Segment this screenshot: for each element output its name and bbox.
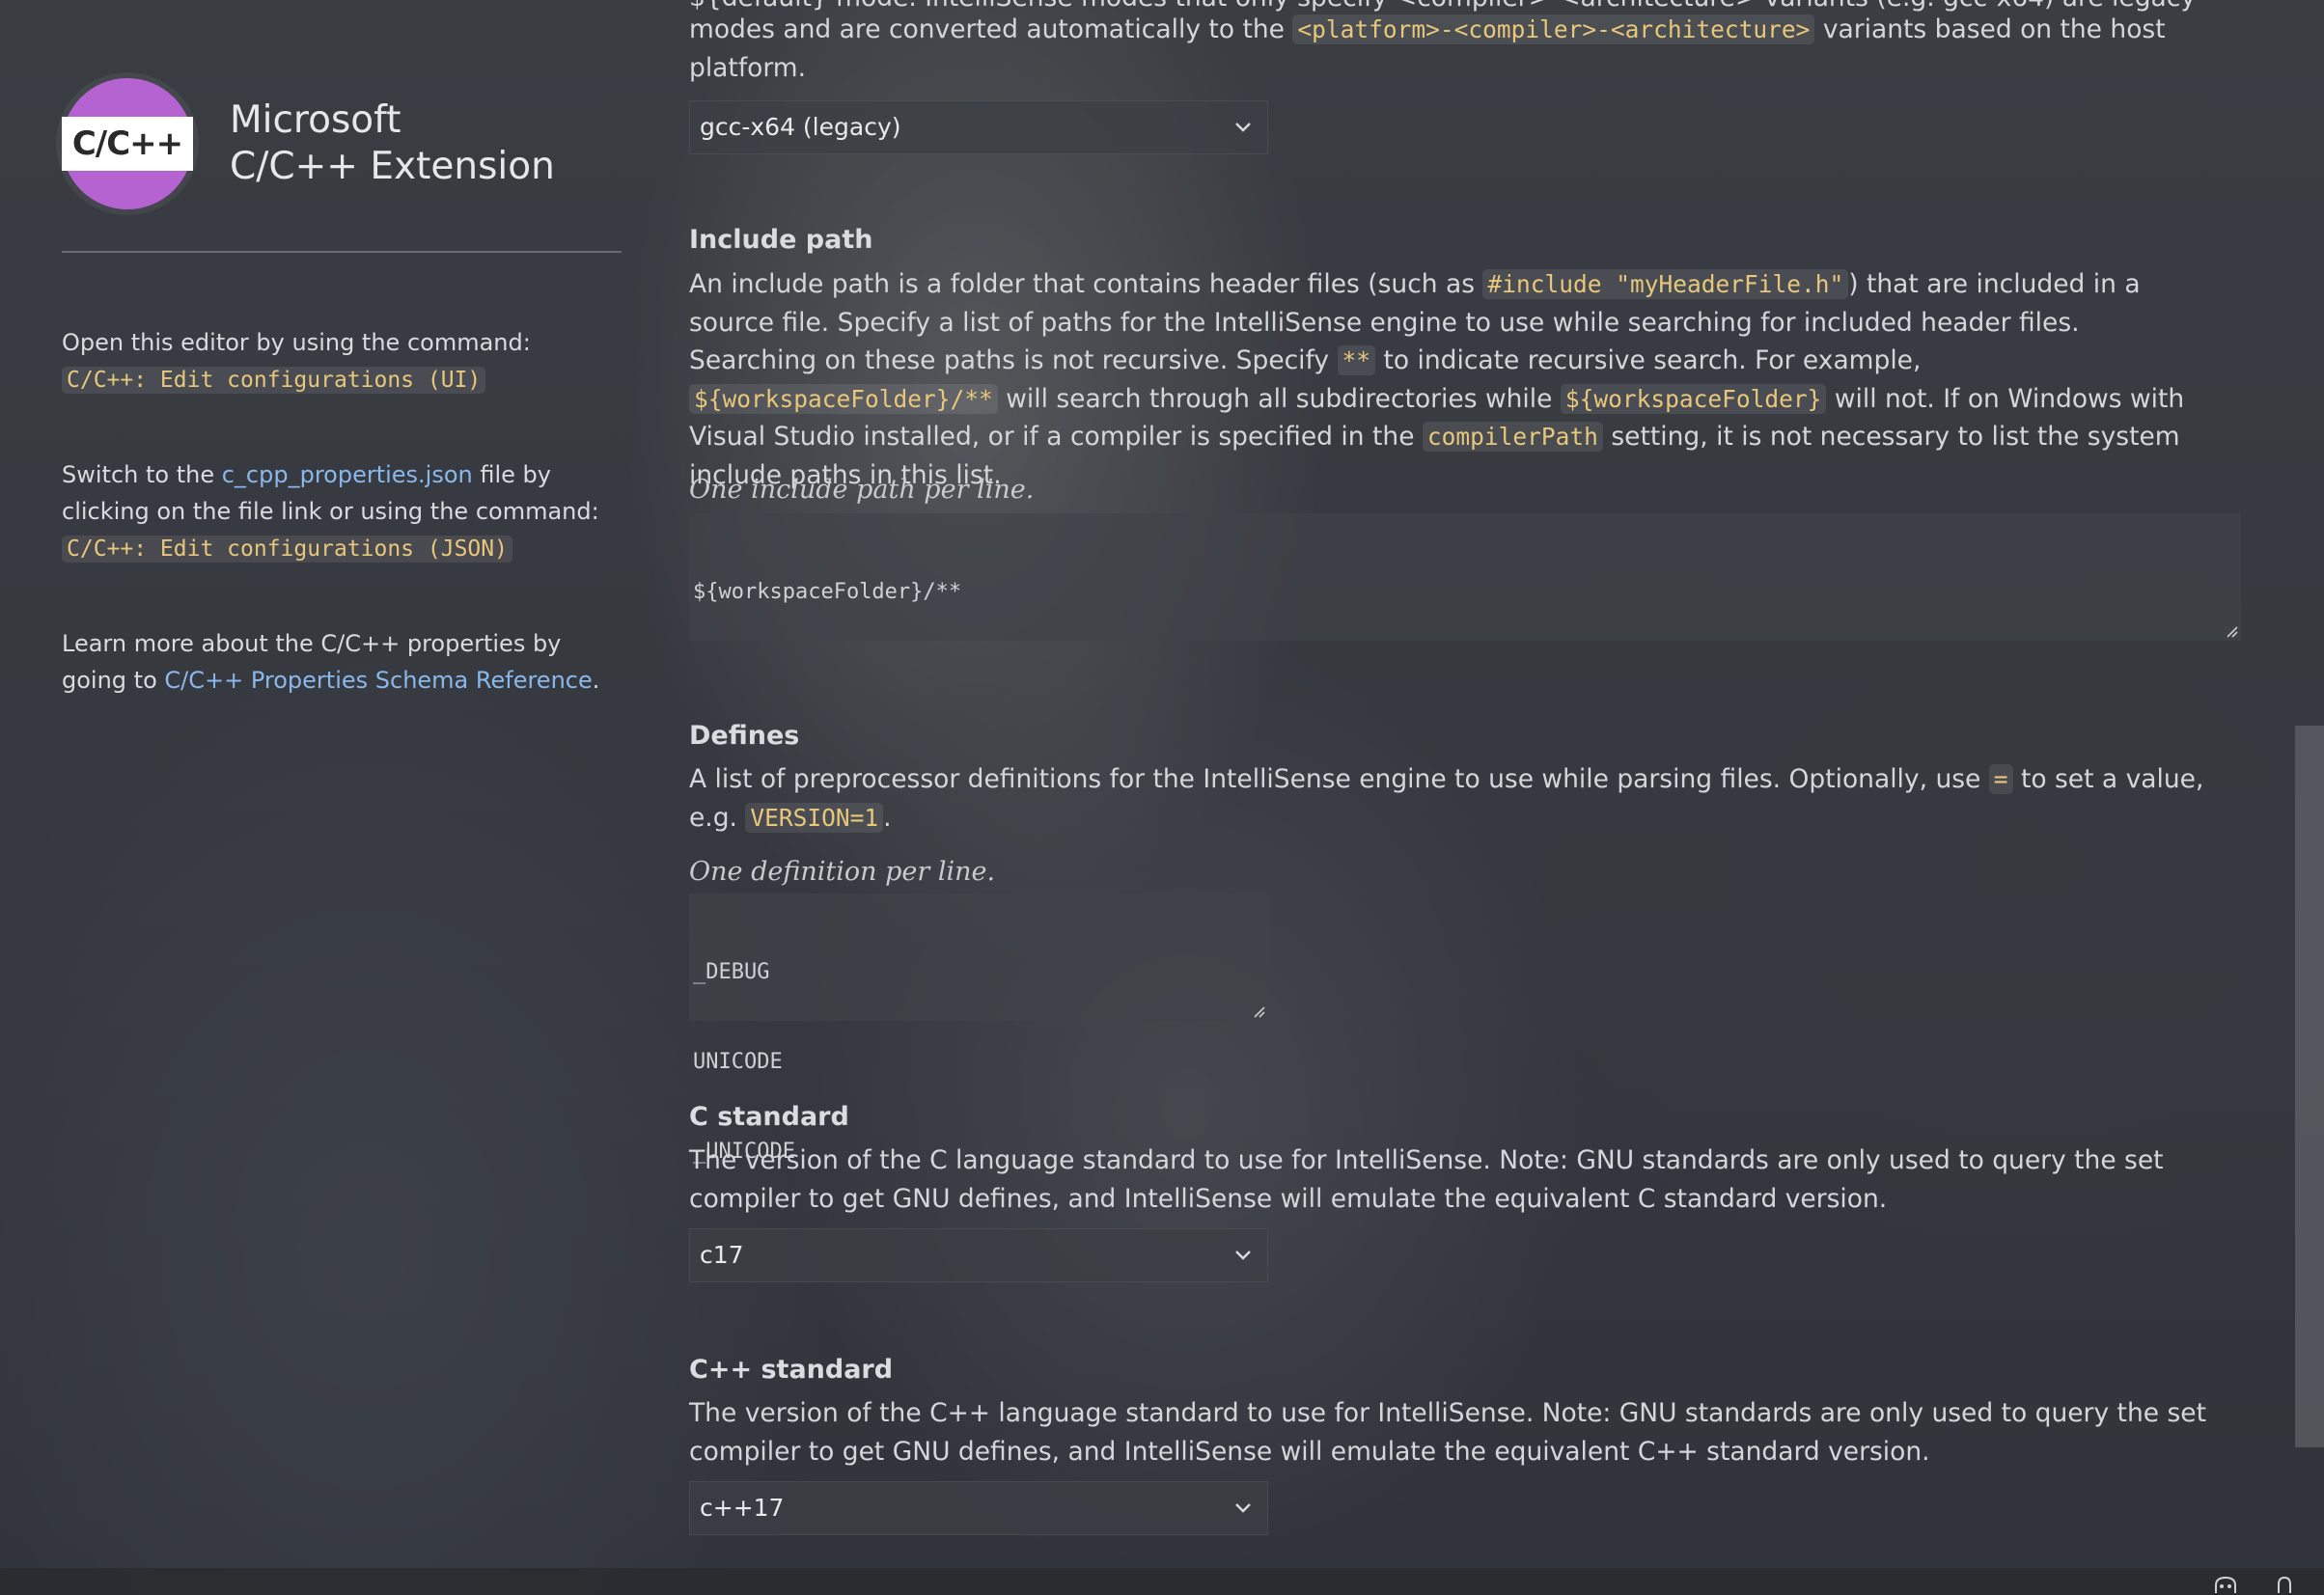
open-editor-info: Open this editor by using the command: C… [62,324,622,399]
brand-title: Microsoft C/C++ Extension [230,97,555,190]
define-line: UNICODE [693,1050,783,1074]
include-path-title: Include path [689,225,873,255]
copilot-icon[interactable] [2212,1574,2239,1595]
c-standard-desc: The version of the C language standard t… [689,1145,2164,1214]
include-path-code-1: #include "myHeaderFile.h" [1482,269,1849,299]
defines-code-2: VERSION=1 [745,802,884,833]
chevron-down-icon [1235,1251,1251,1260]
switch-command: C/C++: Edit configurations (JSON) [62,536,512,563]
include-path-desc-1: An include path is a folder that contain… [689,269,1483,299]
learn-more-info: Learn more about the C/C++ properties by… [62,625,622,699]
include-path-code-5: compilerPath [1422,422,1603,452]
cpp-standard-value: c++17 [700,1494,785,1523]
intellisense-desc-a: modes and are converted automatically to… [689,14,1293,44]
c-standard-value: c17 [700,1241,744,1270]
defines-desc-3: . [883,802,892,833]
defines-hint: One definition per line. [689,857,996,887]
defines-textarea[interactable]: _DEBUG UNICODE _UNICODE [689,894,1268,1164]
intellisense-mode-value: gcc-x64 (legacy) [700,113,901,142]
cpp-standard-desc: The version of the C++ language standard… [689,1398,2206,1467]
logo-text: C/C++ [71,124,183,163]
defines-desc-1: A list of preprocessor definitions for t… [689,764,1989,794]
cpp-standard-select[interactable]: c++17 [689,1481,1268,1535]
defines-code-1: = [1988,764,2013,794]
switch-json-info: Switch to the c_cpp_properties.json file… [62,456,622,567]
chevron-down-icon [1235,123,1251,132]
c-standard-select[interactable]: c17 [689,1228,1268,1282]
intellisense-desc-b: variants based on the host [1814,14,2166,44]
define-line: _DEBUG [693,960,770,984]
include-path-desc-4: will search through all subdirectories w… [997,383,1561,414]
brand-header: C/C++ Microsoft C/C++ Extension [62,73,622,214]
include-path-code-2: ** [1337,345,1376,375]
defines-title: Defines [689,721,800,751]
include-path-textarea[interactable]: ${workspaceFolder}/** [689,513,2241,641]
c-standard-title: C standard [689,1102,849,1132]
brand-line-1: Microsoft [230,98,401,142]
c-cpp-properties-link[interactable]: c_cpp_properties.json [222,461,473,488]
open-editor-text: Open this editor by using the command: [62,329,531,356]
bell-icon[interactable] [2274,1574,2295,1595]
open-editor-command: C/C++: Edit configurations (UI) [62,367,486,394]
sidebar: C/C++ Microsoft C/C++ Extension Open thi… [62,73,622,699]
vertical-scrollbar[interactable] [2295,726,2324,1447]
intellisense-mode-select[interactable]: gcc-x64 (legacy) [689,100,1268,154]
intellisense-desc-code: <platform>-<compiler>-<architecture> [1292,14,1815,44]
intellisense-desc: modes and are converted automatically to… [689,11,2214,87]
defines-desc: A list of preprocessor definitions for t… [689,760,2214,837]
resize-grip-icon[interactable] [2224,623,2239,639]
cpp-logo-icon: C/C++ [62,78,193,209]
schema-reference-link[interactable]: C/C++ Properties Schema Reference [164,667,592,694]
status-bar [0,1568,2324,1595]
include-path-desc: An include path is a folder that contain… [689,265,2214,494]
chevron-down-icon [1235,1503,1251,1513]
brand-line-2: C/C++ Extension [230,145,555,188]
include-path-code-4: ${workspaceFolder} [1560,383,1827,414]
include-path-desc-3: to indicate recursive search. For exampl… [1375,345,1922,375]
switch-text-1: Switch to the [62,461,222,488]
resize-grip-icon[interactable] [1251,1004,1266,1019]
include-path-hint: One include path per line. [689,475,1035,505]
intellisense-desc-c: platform. [689,52,807,83]
learn-text-2: . [592,667,600,694]
cpp-standard-title: C++ standard [689,1355,894,1385]
include-path-value: ${workspaceFolder}/** [693,580,962,604]
include-path-code-3: ${workspaceFolder}/** [689,383,998,414]
sidebar-divider [62,251,622,253]
